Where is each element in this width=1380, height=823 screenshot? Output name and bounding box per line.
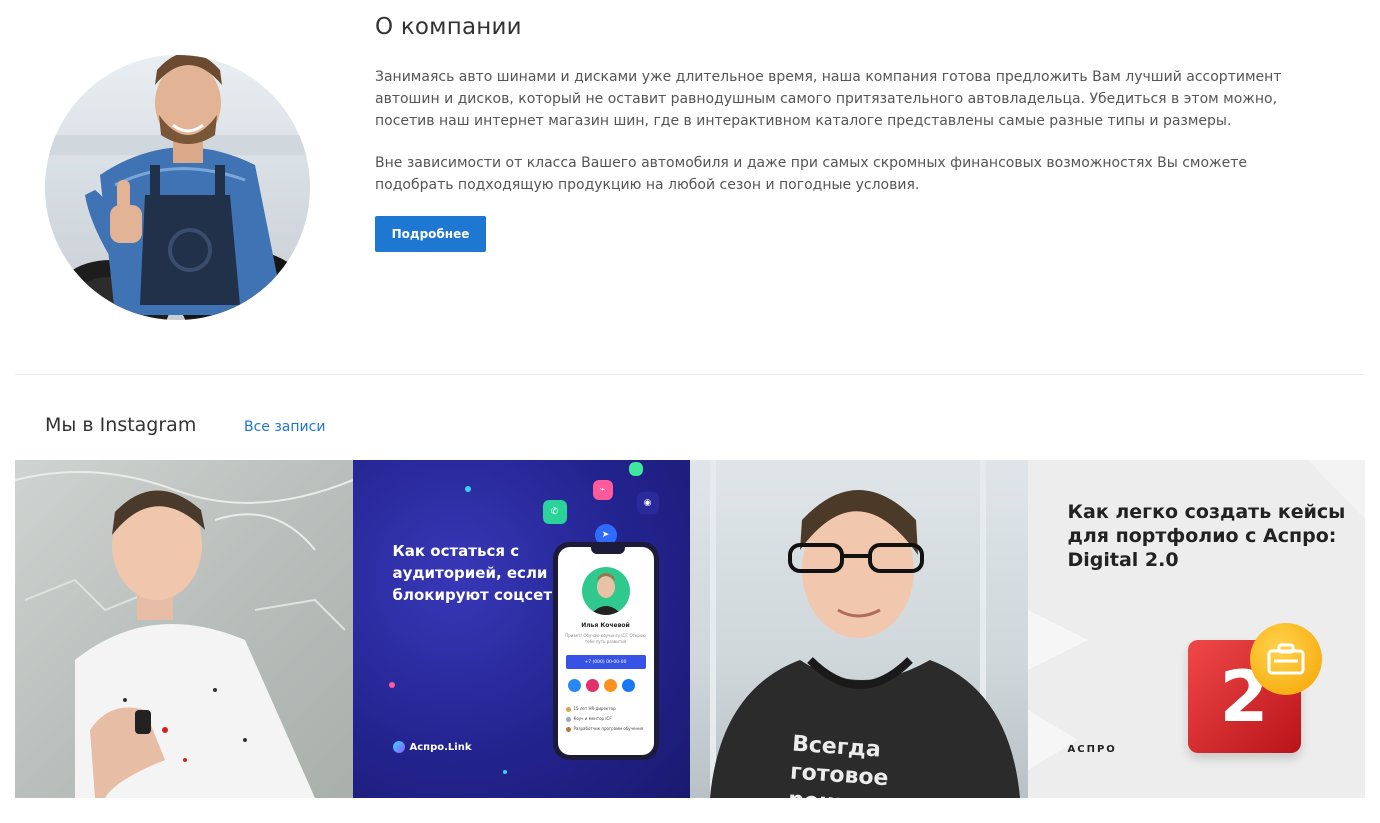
link-icon: ⌁ xyxy=(592,480,613,500)
phone-avatar xyxy=(581,567,630,615)
post-4-brand: АСПРО xyxy=(1067,744,1117,755)
phone-achievements: 15 лет HR-директор Коуч и ментор ICF Раз… xyxy=(565,704,648,734)
instagram-grid: ✆ ⌁ ◉ ➤ Как остаться с аудиторией, если … xyxy=(15,460,1365,798)
phone-name: Илья Кочевой xyxy=(581,622,630,629)
post-2-headline: Как остаться с аудиторией, если блокирую… xyxy=(392,542,572,604)
hoodie-text: Всегда готовое реш xyxy=(787,731,890,798)
about-title: О компании xyxy=(375,14,522,40)
post-1-image xyxy=(15,471,353,798)
phone-list-item: Коуч и ментор ICF xyxy=(565,714,648,724)
facebook-icon xyxy=(621,679,635,692)
about-paragraph-1: Занимаясь авто шинами и дисками уже длит… xyxy=(375,69,1282,129)
ok-icon xyxy=(603,679,617,692)
mechanic-illustration xyxy=(45,55,310,320)
social-icon xyxy=(628,462,643,476)
vk-icon xyxy=(567,679,581,692)
instagram-post-4[interactable]: Как легко создать кейсы для портфолио с … xyxy=(1027,460,1365,798)
phone-notch xyxy=(590,547,625,554)
post-4-headline: Как легко создать кейсы для портфолио с … xyxy=(1067,501,1346,571)
phone-list-item: Разработчик программ обучения xyxy=(565,724,648,734)
all-posts-link[interactable]: Все записи xyxy=(244,419,325,435)
more-button[interactable]: Подробнее xyxy=(375,216,486,252)
phone-screen: Илья Кочевой Привет! Обучаю коучингу ICF… xyxy=(557,547,654,755)
instagram-icon xyxy=(585,679,599,692)
instagram-post-3[interactable]: Всегда готовое реш xyxy=(690,460,1028,798)
phone-mockup: Илья Кочевой Привет! Обучаю коучингу ICF… xyxy=(552,542,659,760)
phone-list-item: 15 лет HR-директор xyxy=(565,704,648,714)
post-2-brand: Аспро.Link xyxy=(392,741,471,753)
instagram-post-1[interactable] xyxy=(15,460,353,798)
phone-description: Привет! Обучаю коучингу ICF. Открою тебе… xyxy=(565,633,646,644)
phone-socials xyxy=(567,679,635,692)
briefcase-badge-icon xyxy=(1249,623,1322,695)
phone-cta-button: +7 (000) 00-00-00 xyxy=(565,655,646,669)
instagram-title: Мы в Instagram xyxy=(45,414,197,436)
aspro-link-logo-icon xyxy=(392,741,405,753)
instagram-post-2[interactable]: ✆ ⌁ ◉ ➤ Как остаться с аудиторией, если … xyxy=(352,460,690,798)
about-paragraph-2: Вне зависимости от класса Вашего автомоб… xyxy=(375,155,1248,193)
section-divider xyxy=(15,374,1365,375)
about-photo xyxy=(45,55,310,320)
whatsapp-icon: ◉ xyxy=(636,492,659,514)
chat-icon: ✆ xyxy=(542,500,567,524)
